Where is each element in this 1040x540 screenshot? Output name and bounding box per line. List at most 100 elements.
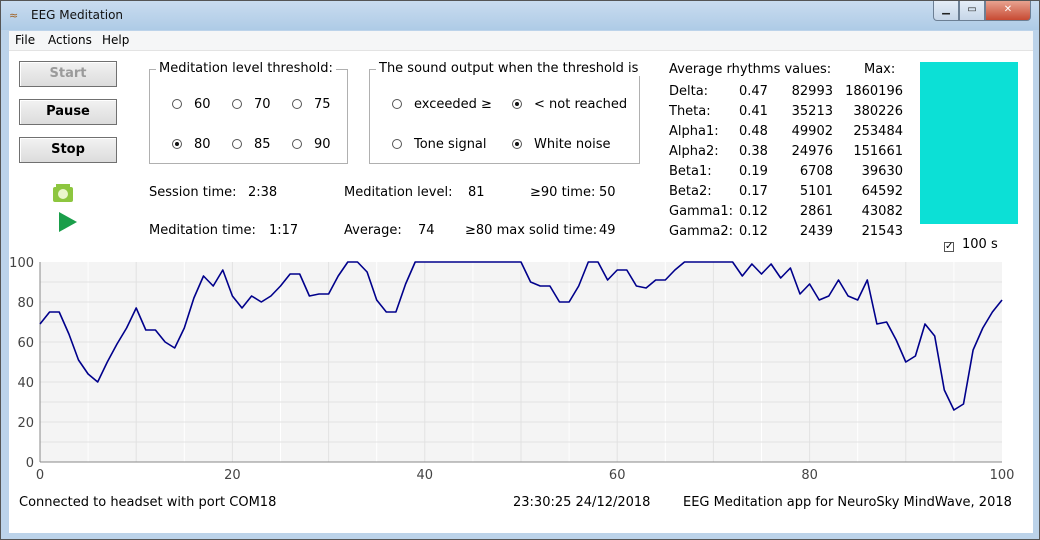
rhythm-max: 151661 [853,144,903,159]
rhythm-max: 1860196 [845,84,903,99]
stop-button[interactable]: Stop [19,137,117,163]
sound-signal-white-noise[interactable]: White noise [512,137,611,152]
average-label: Average: [344,223,402,238]
meditation-indicator [920,62,1018,224]
rhythm-average: 2861 [799,204,833,219]
start-button[interactable]: Start [19,61,117,87]
threshold-option-70[interactable]: 70 [232,97,271,112]
pause-button[interactable]: Pause [19,99,117,125]
brain-wave-icon: ≈ [9,9,19,22]
checkbox-checked-icon: ✓ [944,241,954,252]
sound-group: The sound output when the threshold is e… [369,61,642,164]
radio-icon [292,139,302,149]
close-button[interactable]: ✕ [985,1,1031,21]
rhythm-average: 82993 [791,84,833,99]
rhythm-name: Gamma2: [669,224,733,239]
sound-condition-exceeded[interactable]: exceeded ≥ [392,97,492,112]
about-status: EEG Meditation app for NeuroSky MindWave… [683,495,1012,510]
rhythm-average: 5101 [799,184,833,199]
chart-x-tick-label: 80 [801,468,818,483]
rhythm-ratio: 0.38 [739,144,768,159]
chart-x-tick-label: 20 [224,468,241,483]
menu-actions[interactable]: Actions [48,33,92,47]
window-controls: ▁ ▭ ✕ [933,1,1031,21]
rhythms-header: Average rhythms values: [669,62,832,77]
radio-selected-icon [512,99,522,109]
rhythm-ratio: 0.12 [739,204,768,219]
chart-x-tick-label: 40 [417,468,434,483]
rhythm-max: 64592 [861,184,903,199]
minimize-button[interactable]: ▁ [933,1,959,21]
chart-y-tick-label: 0 [26,456,34,471]
average-value: 74 [418,223,435,238]
sound-group-title: The sound output when the threshold is [376,61,642,76]
threshold-option-85[interactable]: 85 [232,137,271,152]
meditation-level-label: Meditation level: [344,185,453,200]
rhythm-max: 253484 [853,124,903,139]
title-bar[interactable]: ≈ EEG Meditation ▁ ▭ ✕ [1,1,1039,30]
rhythm-ratio: 0.17 [739,184,768,199]
ge80-solid-time-value: 49 [599,223,616,238]
rhythm-ratio: 0.47 [739,84,768,99]
window-100s-checkbox[interactable]: ✓ 100 s [944,237,998,252]
radio-icon [292,99,302,109]
rhythms-max-header: Max: [864,62,896,77]
threshold-option-60[interactable]: 60 [172,97,211,112]
rhythm-name: Theta: [669,104,711,119]
menu-bar: File Actions Help [9,31,1033,51]
chart-x-tick-label: 100 [990,468,1015,483]
chart-y-tick-label: 100 [9,256,34,271]
rhythm-name: Delta: [669,84,709,99]
rhythm-name: Gamma1: [669,204,733,219]
meditation-time-label: Meditation time: [149,223,256,238]
play-icon [59,212,77,232]
radio-selected-icon [172,139,182,149]
chart-y-tick-label: 60 [17,336,34,351]
rhythm-average: 24976 [791,144,833,159]
rhythm-ratio: 0.48 [739,124,768,139]
radio-icon [392,139,402,149]
chart-y-tick-label: 40 [17,376,34,391]
menu-help[interactable]: Help [102,33,129,47]
chart-y-tick-label: 20 [17,416,34,431]
connection-status: Connected to headset with port COM18 [19,495,277,510]
threshold-group: Meditation level threshold: 60 70 75 80 … [149,61,348,164]
rhythm-average: 35213 [791,104,833,119]
rhythm-average: 49902 [791,124,833,139]
meditation-chart: 0 20 40 60 80 100 0 20 40 60 80 100 [9,256,1015,483]
rhythm-name: Alpha1: [669,124,719,139]
rhythm-max: 21543 [861,224,903,239]
rhythm-average: 6708 [799,164,833,179]
radio-icon [232,99,242,109]
radio-selected-icon [512,139,522,149]
rhythm-max: 39630 [861,164,903,179]
chart-x-tick-label: 0 [36,468,44,483]
ge80-solid-time-label: ≥80 max solid time: [465,223,598,238]
session-time-label: Session time: [149,185,237,200]
ge90-time-value: 50 [599,185,616,200]
meditation-time-value: 1:17 [269,223,299,238]
chart-y-tick-label: 80 [17,296,34,311]
client-area: File Actions Help Start Pause Stop Medit… [9,31,1033,533]
session-time-value: 2:38 [248,185,278,200]
radio-icon [392,99,402,109]
window-title: EEG Meditation [31,8,124,22]
headset-icon [53,184,73,202]
checkbox-label: 100 s [962,237,998,252]
menu-file[interactable]: File [15,33,35,47]
rhythm-ratio: 0.19 [739,164,768,179]
threshold-option-80[interactable]: 80 [172,137,211,152]
maximize-button[interactable]: ▭ [959,1,985,21]
rhythm-name: Alpha2: [669,144,719,159]
rhythm-average: 2439 [799,224,833,239]
rhythm-max: 380226 [853,104,903,119]
rhythm-ratio: 0.41 [739,104,768,119]
threshold-option-75[interactable]: 75 [292,97,331,112]
rhythm-name: Beta1: [669,164,712,179]
sound-condition-not-reached[interactable]: < not reached [512,97,627,112]
threshold-group-title: Meditation level threshold: [156,61,336,76]
meditation-level-value: 81 [468,185,485,200]
rhythm-name: Beta2: [669,184,712,199]
threshold-option-90[interactable]: 90 [292,137,331,152]
sound-signal-tone[interactable]: Tone signal [392,137,487,152]
